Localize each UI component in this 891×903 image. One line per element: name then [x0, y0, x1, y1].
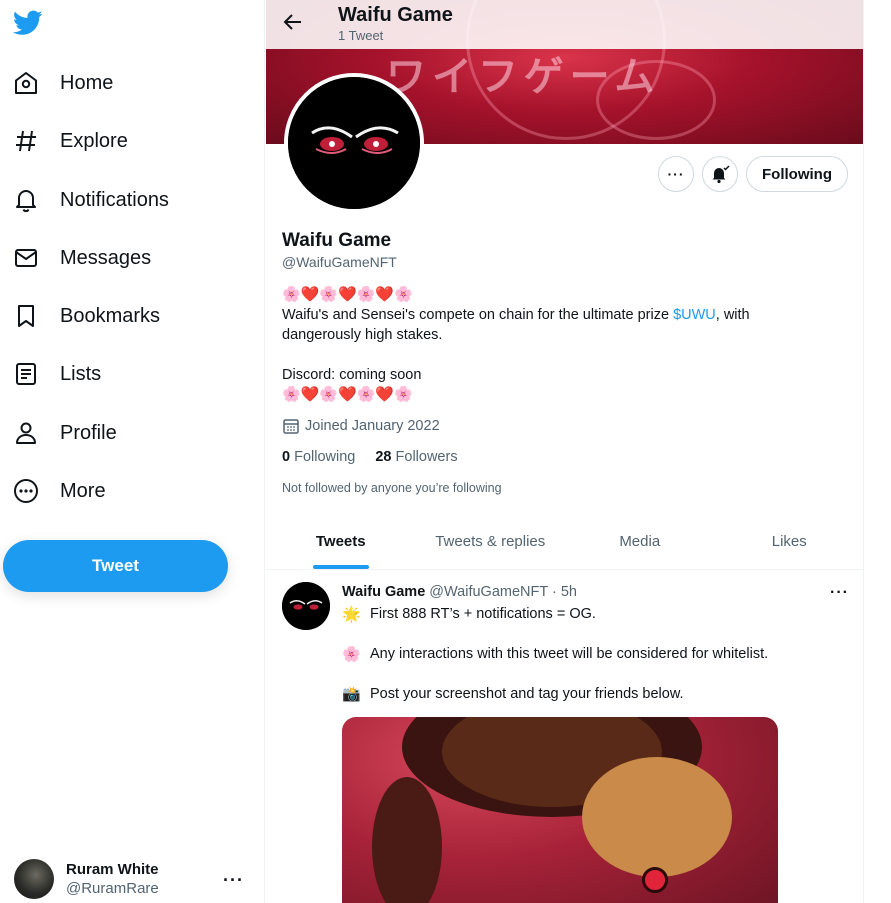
profile-name: Waifu Game	[282, 230, 392, 251]
followers-count: 28	[375, 449, 392, 465]
not-followed-notice: Not followed by anyone you’re following	[282, 481, 502, 495]
joined-text: Joined January 2022	[305, 418, 440, 434]
profile-handle: @WaifuGameNFT	[282, 254, 397, 270]
follow-counts: 0 Following 28 Followers	[282, 449, 458, 465]
star-emoji-icon: 🌟	[342, 606, 361, 623]
profile-tabs: Tweets Tweets & replies Media Likes	[266, 515, 864, 570]
bio-text: Discord: coming soon	[282, 367, 422, 383]
followers-label: Followers	[395, 449, 458, 465]
anime-eyes-image	[288, 77, 420, 209]
bell-icon	[16, 190, 36, 213]
profile-column: ワイフゲーム Waifu Game 1 Tweet ··· Following …	[266, 0, 864, 903]
cashtag-link[interactable]: $UWU	[673, 307, 716, 323]
tab-likes[interactable]: Likes	[715, 515, 864, 569]
calendar-icon	[283, 419, 299, 434]
more-options-button[interactable]: ···	[658, 156, 694, 192]
nav-profile-label: Profile	[60, 421, 117, 444]
tab-tweets-replies[interactable]: Tweets & replies	[416, 515, 566, 569]
back-arrow-icon[interactable]	[282, 11, 304, 33]
nav-home-label: Home	[60, 71, 114, 94]
account-switcher[interactable]: Ruram White @RuramRare ···	[14, 858, 254, 900]
profile-avatar[interactable]	[284, 73, 424, 213]
camera-emoji-icon: 📸	[342, 686, 361, 703]
avatar	[14, 859, 54, 899]
tweet-line: 📸 Post your screenshot and tag your frie…	[342, 685, 684, 703]
joined-date: Joined January 2022	[282, 417, 440, 435]
nav-more[interactable]: More	[12, 468, 106, 514]
list-icon	[16, 363, 36, 385]
home-icon	[15, 72, 37, 94]
banner-logo-text: ワイフゲーム	[386, 54, 661, 100]
nav-messages-label: Messages	[60, 246, 152, 269]
tweet[interactable]: Waifu Game @WaifuGameNFT · 5h ··· 🌟 Firs…	[266, 571, 863, 903]
more-dots-icon: ···	[667, 166, 685, 182]
bio-text: , with	[715, 307, 750, 323]
following-link[interactable]: 0 Following	[282, 449, 355, 465]
nav-bookmarks[interactable]: Bookmarks	[12, 293, 160, 339]
tweet-meta: @WaifuGameNFT · 5h	[429, 584, 577, 600]
hair-shape	[372, 777, 442, 903]
nav-lists-label: Lists	[60, 362, 102, 385]
following-button[interactable]: Following	[746, 156, 848, 192]
bio-emoji-row: 🌸❤️🌸❤️🌸❤️🌸	[282, 286, 413, 303]
tweet-line: 🌟 First 888 RT’s + notifications = OG.	[342, 605, 596, 623]
nav-notifications-label: Notifications	[60, 188, 169, 211]
bio-emoji-row: 🌸❤️🌸❤️🌸❤️🌸	[282, 386, 413, 403]
tweet-count: 1 Tweet	[338, 28, 384, 43]
tweet-avatar[interactable]	[282, 582, 330, 630]
anime-eyes-image	[282, 582, 330, 630]
nav-more-label: More	[60, 479, 106, 502]
nav-profile[interactable]: Profile	[12, 410, 117, 456]
more-circle-icon	[14, 479, 38, 503]
nav-lists[interactable]: Lists	[12, 351, 101, 397]
eye-shape	[642, 867, 668, 893]
followers-link[interactable]: 28 Followers	[375, 449, 457, 465]
sidebar: Home Explore Notifications Messages Book…	[0, 0, 265, 903]
tweet-header: Waifu Game @WaifuGameNFT · 5h	[342, 584, 577, 600]
more-dots-icon[interactable]: ···	[830, 584, 849, 602]
following-label: Following	[294, 449, 356, 465]
tweet-text: Any interactions with this tweet will be…	[370, 646, 769, 662]
twitter-logo-icon[interactable]	[13, 10, 43, 36]
more-dots-icon[interactable]: ···	[223, 870, 244, 891]
following-count: 0	[282, 449, 291, 465]
bio-text: Waifu's and Sensei's compete on chain fo…	[282, 307, 674, 323]
nav-home[interactable]: Home	[12, 60, 113, 106]
tweet-text: First 888 RT’s + notifications = OG.	[370, 606, 596, 622]
tab-media[interactable]: Media	[565, 515, 715, 569]
person-icon	[16, 422, 36, 444]
bell-check-icon	[712, 165, 730, 184]
nav-notifications[interactable]: Notifications	[12, 177, 169, 223]
nav-bookmarks-label: Bookmarks	[60, 304, 161, 327]
hair-shape	[582, 757, 732, 877]
tab-tweets[interactable]: Tweets	[266, 515, 416, 569]
tweet-text: Post your screenshot and tag your friend…	[370, 686, 684, 702]
bookmark-icon	[18, 305, 34, 327]
page-title: Waifu Game	[338, 4, 453, 26]
envelope-icon	[15, 249, 37, 267]
blossom-emoji-icon: 🌸	[342, 646, 361, 663]
tweet-author-name[interactable]: Waifu Game	[342, 584, 425, 600]
nav-explore[interactable]: Explore	[12, 118, 128, 164]
tweet-media-image[interactable]	[342, 717, 778, 903]
account-name: Ruram White	[66, 861, 159, 878]
nav-messages[interactable]: Messages	[12, 235, 151, 281]
tweet-button[interactable]: Tweet	[3, 540, 228, 592]
hashtag-icon	[16, 130, 36, 152]
profile-bio: 🌸❤️🌸❤️🌸❤️🌸 Waifu's and Sensei's compete …	[282, 285, 842, 405]
account-handle: @RuramRare	[66, 880, 159, 897]
bio-text: dangerously high stakes.	[282, 327, 443, 343]
notifications-toggle-button[interactable]	[702, 156, 738, 192]
profile-header-bar: Waifu Game 1 Tweet	[266, 0, 863, 49]
nav-explore-label: Explore	[60, 129, 128, 152]
tweet-line: 🌸 Any interactions with this tweet will …	[342, 645, 768, 663]
